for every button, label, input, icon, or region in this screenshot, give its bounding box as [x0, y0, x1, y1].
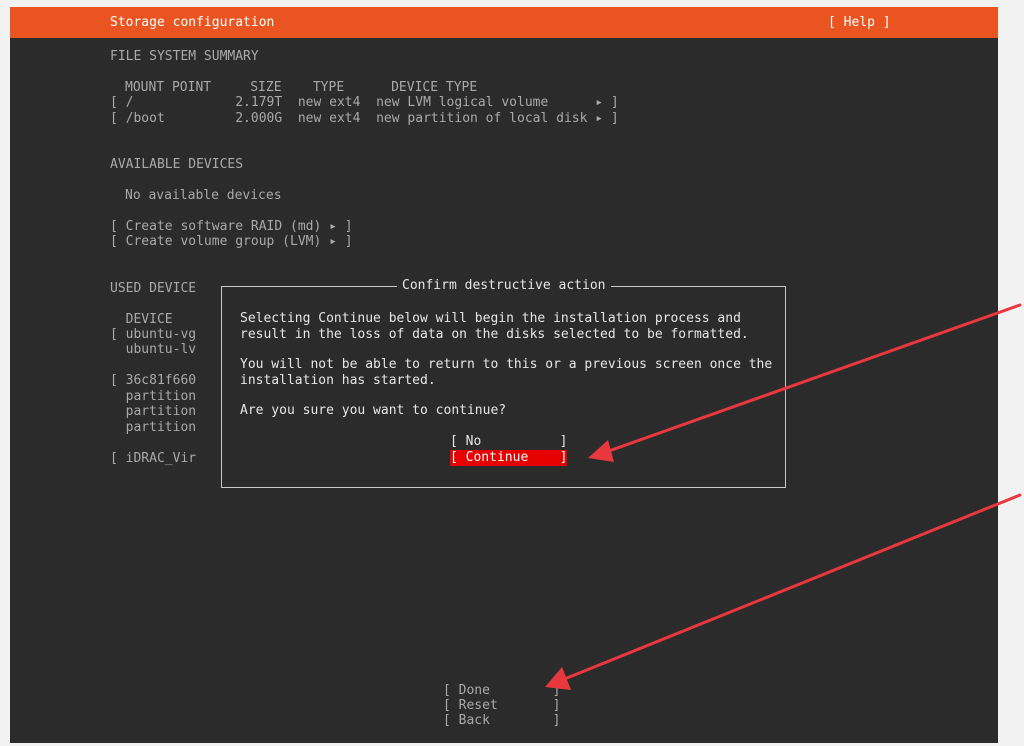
title-bar: Storage configuration [ Help ] — [10, 7, 998, 38]
used-devices-heading: USED DEVICE — [110, 281, 197, 296]
confirm-dialog: Confirm destructive action Selecting Con… — [221, 278, 786, 488]
available-devices-heading: AVAILABLE DEVICES — [110, 157, 244, 172]
page-title: Storage configuration — [110, 15, 275, 30]
dialog-paragraph-2: You will not be able to return to this o… — [240, 357, 773, 388]
fs-summary-columns: MOUNT POINT SIZE TYPE DEVICE TYPE — [125, 80, 478, 95]
used-device-line: partition — [110, 404, 197, 419]
used-device-line: ubuntu-lv — [110, 342, 197, 357]
reset-button[interactable]: [ Reset ] — [443, 698, 560, 714]
used-device-row[interactable]: [ iDRAC_Vir — [110, 451, 196, 467]
dialog-title: Confirm destructive action — [397, 278, 611, 294]
used-device-row[interactable]: [ ubuntu-vg — [110, 327, 196, 343]
create-volume-group-button[interactable]: [ Create volume group (LVM) ▸ ] — [110, 234, 353, 250]
used-device-row[interactable]: [ 36c81f660 — [110, 373, 196, 389]
help-button[interactable]: [ Help ] — [828, 15, 891, 30]
back-button[interactable]: [ Back ] — [443, 713, 560, 729]
installer-screen: Storage configuration [ Help ] FILE SYST… — [10, 7, 998, 743]
no-available-devices-text: No available devices — [125, 188, 282, 203]
dialog-question: Are you sure you want to continue? — [240, 403, 507, 418]
continue-button[interactable]: [ Continue ] — [450, 450, 568, 466]
used-device-line: partition — [110, 389, 197, 404]
used-device-line: partition — [110, 420, 197, 435]
dialog-paragraph-1: Selecting Continue below will begin the … — [240, 311, 749, 342]
used-device-line: DEVICE — [110, 312, 173, 327]
create-raid-button[interactable]: [ Create software RAID (md) ▸ ] — [110, 219, 353, 235]
fs-row-boot[interactable]: [ /boot 2.000G new ext4 new partition of… — [110, 111, 619, 127]
fs-row-root[interactable]: [ / 2.179T new ext4 new LVM logical volu… — [110, 95, 619, 111]
no-button[interactable]: [ No ] — [450, 434, 567, 450]
fs-summary-heading: FILE SYSTEM SUMMARY — [110, 49, 259, 64]
done-button[interactable]: [ Done ] — [443, 683, 560, 699]
